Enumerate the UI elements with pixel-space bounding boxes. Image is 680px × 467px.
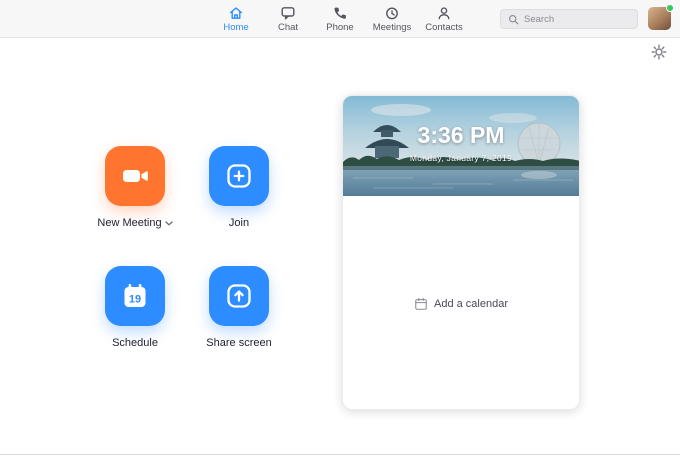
settings-button[interactable] — [651, 44, 667, 60]
add-calendar-button[interactable]: Add a calendar — [414, 297, 508, 311]
calendar-card-header-image: 3:36 PM Monday, January 7, 2019 — [343, 96, 579, 196]
schedule-label: Schedule — [112, 337, 158, 349]
action-join: Join — [199, 146, 279, 229]
phone-icon — [332, 5, 348, 21]
tab-chat-label: Chat — [278, 23, 298, 33]
clock-time: 3:36 PM — [343, 122, 579, 149]
chat-icon — [280, 5, 296, 21]
tab-contacts-label: Contacts — [425, 23, 463, 33]
tab-chat[interactable]: Chat — [264, 0, 312, 38]
calendar-card: 3:36 PM Monday, January 7, 2019 Add a ca… — [342, 95, 580, 410]
share-screen-icon — [224, 281, 254, 311]
meetings-icon — [384, 5, 400, 21]
tab-home[interactable]: Home — [212, 0, 260, 38]
share-screen-button[interactable] — [209, 266, 269, 326]
new-meeting-label: New Meeting — [97, 217, 161, 229]
search-box[interactable] — [500, 9, 638, 29]
chevron-down-icon[interactable] — [165, 221, 173, 226]
main-tabs: Home Chat Phone Meetings — [212, 0, 468, 38]
new-meeting-button[interactable] — [105, 146, 165, 206]
schedule-button[interactable]: 19 — [105, 266, 165, 326]
join-button[interactable] — [209, 146, 269, 206]
online-status-dot — [666, 4, 674, 12]
tab-home-label: Home — [223, 23, 248, 33]
bottom-divider — [0, 454, 680, 455]
plus-icon — [224, 161, 254, 191]
add-calendar-label: Add a calendar — [434, 298, 508, 310]
tab-phone-label: Phone — [326, 23, 353, 33]
calendar-card-body: Add a calendar — [343, 196, 579, 410]
tab-meetings-label: Meetings — [373, 23, 412, 33]
top-bar: Home Chat Phone Meetings — [0, 0, 680, 38]
tab-meetings[interactable]: Meetings — [368, 0, 416, 38]
gear-icon — [651, 44, 667, 60]
clock-date: Monday, January 7, 2019 — [343, 153, 579, 163]
calendar-icon: 19 — [120, 281, 150, 311]
video-camera-icon — [119, 160, 151, 192]
contacts-icon — [436, 5, 452, 21]
search-input[interactable] — [524, 14, 630, 25]
share-screen-label: Share screen — [206, 337, 271, 349]
add-calendar-icon — [414, 297, 428, 311]
tab-phone[interactable]: Phone — [316, 0, 364, 38]
home-icon — [228, 5, 244, 21]
user-avatar[interactable] — [648, 7, 671, 30]
search-icon — [508, 14, 519, 25]
action-share-screen: Share screen — [199, 266, 279, 349]
action-new-meeting: New Meeting — [95, 146, 175, 229]
tab-contacts[interactable]: Contacts — [420, 0, 468, 38]
action-schedule: 19 Schedule — [95, 266, 175, 349]
calendar-day-number: 19 — [129, 294, 141, 306]
join-label: Join — [229, 217, 249, 229]
